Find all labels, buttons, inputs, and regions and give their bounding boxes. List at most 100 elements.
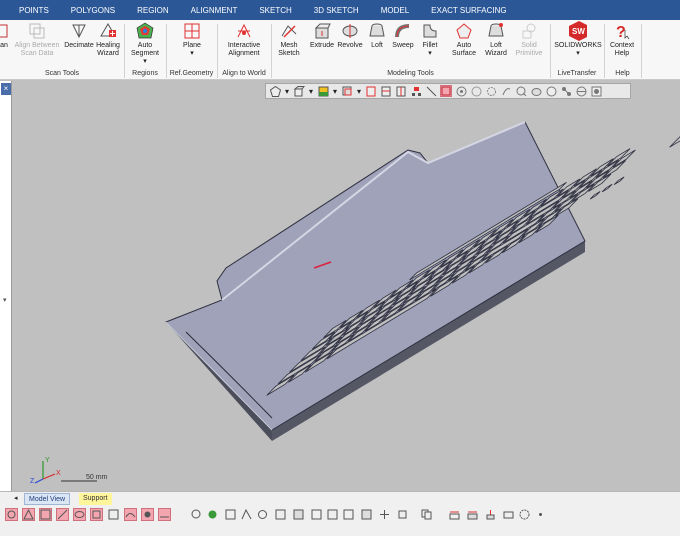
- view-front-icon[interactable]: [269, 85, 281, 97]
- dropdown-arrow-icon: ▾: [576, 50, 580, 57]
- layers-icon[interactable]: [420, 508, 433, 521]
- select-paint-icon[interactable]: [515, 85, 527, 97]
- interactive-alignment-button[interactable]: Interactive Alignment: [222, 22, 266, 68]
- measure-angle-icon[interactable]: [240, 508, 253, 521]
- select-flood-icon[interactable]: [530, 85, 542, 97]
- pan-icon[interactable]: [206, 508, 219, 521]
- cube-view-icon[interactable]: [293, 85, 305, 97]
- select-lasso-icon[interactable]: [485, 85, 497, 97]
- sphere-icon[interactable]: [518, 508, 531, 521]
- transform-icon[interactable]: [396, 508, 409, 521]
- dropdown-arrow-icon[interactable]: ▾: [356, 85, 362, 97]
- region-view-icon[interactable]: [39, 508, 52, 521]
- axis-z-label: Z: [30, 478, 35, 485]
- deviation-view-icon[interactable]: [326, 508, 339, 521]
- tab-model[interactable]: MODEL: [370, 6, 420, 15]
- select-face-icon[interactable]: [365, 85, 377, 97]
- auto-surface-icon: [455, 22, 473, 40]
- plane-section-alt-icon[interactable]: [466, 508, 479, 521]
- ribbon-tab-bar: POINTS POLYGONS REGION ALIGNMENT SKETCH …: [0, 0, 680, 20]
- plane-section-icon[interactable]: [448, 508, 461, 521]
- auto-section-icon[interactable]: [484, 508, 497, 521]
- mesh-view-icon[interactable]: [22, 508, 35, 521]
- move-icon[interactable]: [378, 508, 391, 521]
- svg-text:?: ?: [616, 24, 626, 40]
- left-panel[interactable]: × ▾: [0, 81, 12, 491]
- auto-segment-button[interactable]: Auto Segment ▾: [127, 22, 163, 68]
- context-help-button[interactable]: ? Context Help: [606, 22, 638, 68]
- feature-view-icon[interactable]: [107, 508, 120, 521]
- tab-exact-surfacing[interactable]: EXACT SURFACING: [420, 6, 517, 15]
- dropdown-arrow-icon[interactable]: ▾: [284, 85, 290, 97]
- mesh-sketch-button[interactable]: Mesh Sketch: [274, 22, 304, 68]
- solid-primitive-icon: [520, 22, 538, 40]
- select-body-icon[interactable]: [380, 85, 392, 97]
- solidworks-logo-icon: SW: [569, 21, 587, 41]
- render-mode-icon[interactable]: [317, 85, 329, 97]
- select-polygon-icon[interactable]: [470, 85, 482, 97]
- solidworks-button[interactable]: SW SOLIDWORKS ▾: [552, 21, 604, 68]
- select-rectangle-icon[interactable]: [440, 85, 452, 97]
- measure-radius-icon[interactable]: [256, 508, 269, 521]
- fillet-button[interactable]: Fillet ▾: [418, 22, 442, 68]
- sweep-button[interactable]: Sweep: [390, 22, 416, 68]
- dropdown-arrow-icon[interactable]: ▾: [308, 85, 314, 97]
- body-view-icon[interactable]: [73, 508, 86, 521]
- tab-region[interactable]: REGION: [126, 6, 180, 15]
- select-circle-icon[interactable]: [455, 85, 467, 97]
- tab-polygons[interactable]: POLYGONS: [60, 6, 126, 15]
- hidden-view-icon[interactable]: [141, 508, 154, 521]
- select-brush-icon[interactable]: [500, 85, 512, 97]
- auto-surface-button[interactable]: Auto Surface: [448, 22, 480, 68]
- select-feature-icon[interactable]: [395, 85, 407, 97]
- healing-wizard-button[interactable]: Healing Wizard: [94, 22, 122, 68]
- more-tools-icon[interactable]: [534, 508, 547, 521]
- surface-view-icon[interactable]: [90, 508, 103, 521]
- tab-3d-sketch[interactable]: 3D SKETCH: [303, 6, 370, 15]
- select-mode-icon[interactable]: [341, 85, 353, 97]
- scan-button[interactable]: an: [0, 22, 10, 68]
- 3d-viewport[interactable]: Y X Z 50 mm: [13, 81, 680, 491]
- solid-primitive-button[interactable]: Solid Primitive: [512, 22, 546, 68]
- select-extension-icon[interactable]: [545, 85, 557, 97]
- tab-support[interactable]: Support: [79, 493, 112, 505]
- environment-icon[interactable]: [360, 508, 373, 521]
- scroll-left-icon[interactable]: ◂: [14, 494, 18, 502]
- cut-view-icon[interactable]: [292, 508, 305, 521]
- close-icon[interactable]: ×: [1, 83, 11, 95]
- select-tree-icon[interactable]: [410, 85, 422, 97]
- loft-button[interactable]: Loft: [365, 22, 389, 68]
- tab-model-view[interactable]: Model View: [24, 493, 71, 505]
- extrude-icon: [313, 22, 331, 40]
- revolve-label: Revolve: [337, 42, 363, 49]
- decimate-button[interactable]: Decimate: [62, 22, 96, 68]
- loft-wizard-label: Loft Wizard: [485, 42, 507, 57]
- measure-view-icon[interactable]: [158, 508, 171, 521]
- section-view-icon[interactable]: [274, 508, 287, 521]
- extrude-label: Extrude: [309, 42, 335, 49]
- tab-alignment[interactable]: ALIGNMENT: [180, 6, 249, 15]
- clip-view-icon[interactable]: [310, 508, 323, 521]
- cross-section-icon[interactable]: [342, 508, 355, 521]
- revolve-button[interactable]: Revolve: [335, 22, 365, 68]
- point-cloud-view-icon[interactable]: [5, 508, 18, 521]
- plane-button[interactable]: Plane ▾: [174, 22, 210, 68]
- tab-sketch[interactable]: SKETCH: [248, 6, 302, 15]
- zoom-fit-icon[interactable]: [190, 508, 203, 521]
- curve-view-icon[interactable]: [124, 508, 137, 521]
- scroll-down-icon[interactable]: ▾: [3, 296, 7, 304]
- sketch-view-icon[interactable]: [56, 508, 69, 521]
- extrude-button[interactable]: Extrude: [307, 22, 337, 68]
- select-connected-icon[interactable]: [560, 85, 572, 97]
- group-ref-geometry: Ref.Geometry: [169, 70, 214, 77]
- select-visible-only-icon[interactable]: [590, 85, 602, 97]
- measure-distance-icon[interactable]: [224, 508, 237, 521]
- select-by-region-icon[interactable]: [575, 85, 587, 97]
- dropdown-arrow-icon[interactable]: ▾: [332, 85, 338, 97]
- align-between-scan-data-button[interactable]: Align Between Scan Data: [12, 22, 62, 68]
- silhouette-icon[interactable]: [502, 508, 515, 521]
- loft-wizard-button[interactable]: Loft Wizard: [480, 22, 512, 68]
- group-separator: [641, 24, 642, 78]
- select-line-icon[interactable]: [425, 85, 437, 97]
- tab-points[interactable]: POINTS: [8, 6, 60, 15]
